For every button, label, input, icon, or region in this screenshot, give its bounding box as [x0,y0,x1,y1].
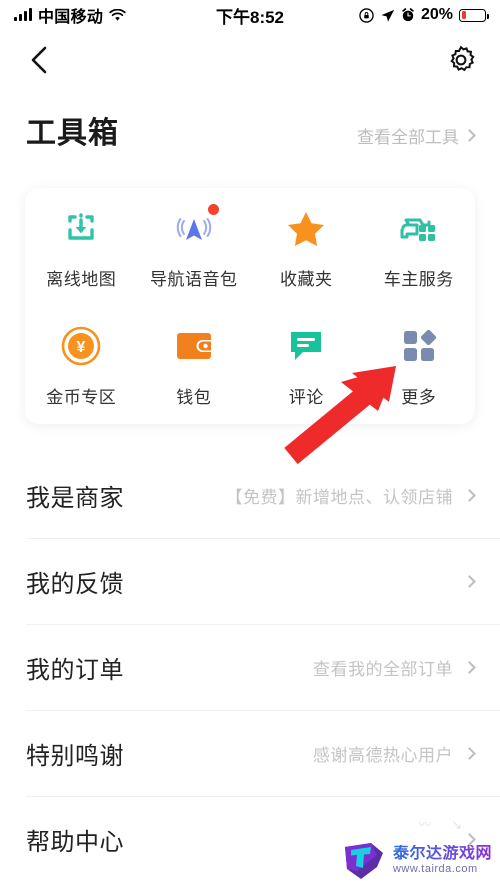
tool-favorites[interactable]: 收藏夹 [250,188,363,306]
tool-label: 金币专区 [46,387,117,407]
row-title: 特别鸣谢 [26,742,124,770]
status-bar-left: 中国移动 [14,3,216,27]
row-right: 查看我的全部订单 [313,655,476,680]
lock-rotation-icon [359,7,374,23]
menu-row-feedback[interactable]: 我的反馈 [0,538,500,624]
status-bar-center: 下午8:52 [216,3,284,28]
back-chevron-icon [31,46,47,74]
settings-button[interactable] [444,43,478,77]
clock-label: 下午8:52 [215,7,285,27]
chevron-right-icon [463,488,476,502]
tool-wallet[interactable]: 钱包 [138,306,251,424]
see-all-tools-label: 查看全部工具 [357,128,459,147]
wallet-icon [171,323,217,369]
row-subtitle: 感谢高德热心用户 [313,745,453,765]
tool-more[interactable]: 更多 [363,306,476,424]
row-subtitle: 【免费】新增地点、认领店铺 [225,487,453,507]
tool-navigation-voice[interactable]: 导航语音包 [138,188,251,306]
row-title: 我的订单 [26,656,124,684]
location-arrow-icon [381,9,395,22]
tool-car-owner-service[interactable]: 车主服务 [363,188,476,306]
battery-icon [459,8,489,22]
see-all-tools-link[interactable]: 查看全部工具 [357,123,476,148]
nav-bar [0,30,500,90]
tool-label: 收藏夹 [280,269,333,289]
row-subtitle: 查看我的全部订单 [313,659,453,679]
row-title: 我的反馈 [26,570,124,598]
tool-comments[interactable]: 评论 [250,306,363,424]
tool-label: 车主服务 [383,269,454,289]
back-button[interactable] [22,43,56,77]
row-title: 帮助中心 [26,828,124,856]
row-right: 【免费】新增地点、认领店铺 [225,483,476,508]
watermark-logo-icon [344,843,383,879]
row-right [453,574,476,588]
tool-label: 导航语音包 [150,269,238,289]
watermark-ghost-mark: 〰 ↘ [418,817,470,832]
tool-label: 更多 [401,387,437,407]
wifi-icon [109,8,126,21]
more-grid-icon [396,323,442,369]
svg-text:¥: ¥ [77,339,86,356]
tool-label: 钱包 [176,387,212,407]
menu-row-orders[interactable]: 我的订单 查看我的全部订单 [0,624,500,710]
chevron-right-icon [463,129,476,142]
navigation-voice-icon [171,203,219,251]
row-right: 感谢高德热心用户 [313,741,476,766]
watermark-url: www.tairda.com [392,862,478,875]
status-bar: 中国移动 下午8:52 20% [0,0,500,30]
page-title: 工具箱 [26,117,119,150]
tool-label: 离线地图 [46,269,117,289]
car-owner-service-icon [396,205,442,251]
gold-coin-icon: ¥ [58,323,104,369]
gear-icon [450,45,475,72]
menu-row-special-thanks[interactable]: 特别鸣谢 感谢高德热心用户 [0,710,500,796]
carrier-label: 中国移动 [38,9,104,26]
chevron-right-icon [463,746,476,760]
toolbox-header: 工具箱 查看全部工具 [0,90,500,152]
tool-offline-map[interactable]: 离线地图 [25,188,138,306]
offline-map-download-icon [58,205,104,251]
star-favorites-icon [283,205,329,251]
menu-row-merchant[interactable]: 我是商家 【免费】新增地点、认领店铺 [0,452,500,538]
phone-screen: 中国移动 下午8:52 20% 工具箱 查看全部工具 离线地图 导航语音包 收藏… [0,0,500,889]
row-title: 我是商家 [26,484,124,512]
battery-percent-label: 20% [420,6,453,23]
new-badge-dot [207,203,219,215]
signal-icon [14,8,32,21]
tool-label: 评论 [288,387,324,407]
status-bar-right: 20% [284,6,489,24]
alarm-icon [402,8,414,22]
watermark: 泰尔达游戏网 www.tairda.com [341,837,492,883]
chevron-right-icon [463,660,476,674]
watermark-text: 泰尔达游戏网 www.tairda.com [393,845,492,875]
toolbox-grid: 离线地图 导航语音包 收藏夹 车主服务 ¥ 金币专区 钱包 评论 更多 [25,188,475,424]
comment-bubble-icon [283,323,329,369]
watermark-name: 泰尔达游戏网 [392,845,492,863]
chevron-right-icon [463,574,476,588]
tool-gold-coin-zone[interactable]: ¥ 金币专区 [25,306,138,424]
